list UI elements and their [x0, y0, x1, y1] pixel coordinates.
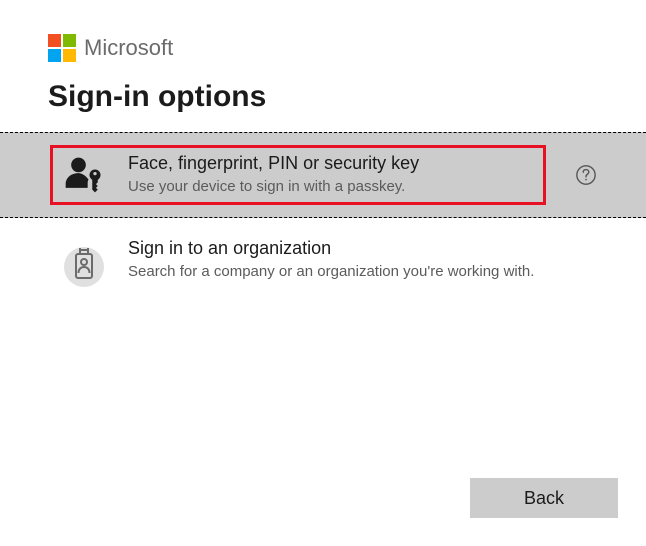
option-passkey[interactable]: Face, fingerprint, PIN or security key U… — [0, 132, 646, 218]
passkey-icon — [60, 151, 108, 199]
brand-name: Microsoft — [84, 35, 173, 61]
option-organization-text: Sign in to an organization Search for a … — [128, 238, 538, 282]
option-passkey-title: Face, fingerprint, PIN or security key — [128, 153, 538, 174]
header: Microsoft Sign-in options — [0, 0, 646, 114]
organization-badge-icon — [60, 240, 108, 288]
option-organization[interactable]: Sign in to an organization Search for a … — [0, 218, 646, 308]
microsoft-logo-icon — [48, 34, 76, 62]
back-button[interactable]: Back — [470, 478, 618, 518]
brand-logo-row: Microsoft — [48, 34, 598, 62]
help-icon[interactable] — [574, 163, 598, 187]
footer: Back — [470, 478, 618, 518]
option-organization-title: Sign in to an organization — [128, 238, 538, 259]
option-passkey-desc: Use your device to sign in with a passke… — [128, 176, 538, 197]
option-passkey-text: Face, fingerprint, PIN or security key U… — [128, 153, 538, 197]
option-organization-desc: Search for a company or an organization … — [128, 261, 538, 282]
page-title: Sign-in options — [48, 80, 598, 114]
